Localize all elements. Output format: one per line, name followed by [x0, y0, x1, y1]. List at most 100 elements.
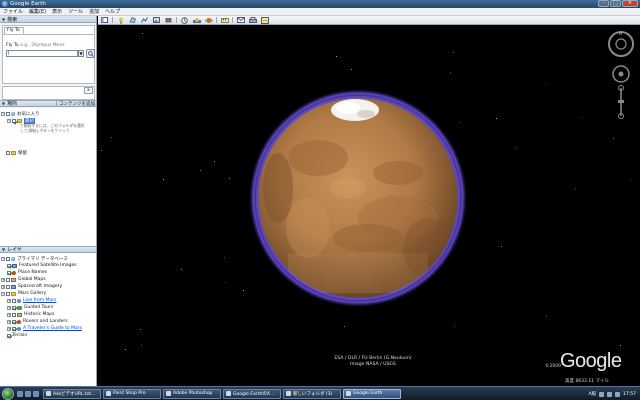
layer-checkbox[interactable]: [7, 263, 11, 268]
places-checkbox[interactable]: [12, 119, 16, 123]
fly-to-input[interactable]: |: [6, 50, 78, 57]
sunlight-button[interactable]: [192, 17, 201, 24]
tab-fly-to[interactable]: Fly To: [4, 27, 24, 34]
mars-globe[interactable]: [248, 88, 468, 308]
layer-item[interactable]: + Spacecraft Imagery: [1, 284, 62, 289]
places-checkbox[interactable]: [6, 151, 10, 155]
menu-tools[interactable]: ツール: [68, 8, 83, 15]
add-content-button[interactable]: コンテンツを追加: [56, 101, 95, 107]
layer-item[interactable]: − プライマリ データベース: [1, 256, 68, 262]
menu-help[interactable]: ヘルプ: [105, 8, 120, 15]
browser-icon[interactable]: [33, 390, 39, 397]
menu-edit[interactable]: 編集(E): [29, 8, 46, 15]
expand-toggle[interactable]: −: [1, 257, 5, 261]
add-image-overlay-button[interactable]: [152, 17, 161, 24]
places-item-temp[interactable]: 保留: [1, 150, 27, 156]
minimize-button[interactable]: –: [598, 0, 609, 7]
tray-app-icon[interactable]: [615, 391, 621, 397]
expand-toggle[interactable]: −: [1, 291, 5, 296]
toolbar-separator: [112, 17, 113, 23]
search-go-button[interactable]: [86, 49, 95, 58]
taskbar-item[interactable]: Adobe Photoshop: [163, 388, 221, 399]
compass-ring-icon[interactable]: N: [608, 31, 634, 57]
taskbar-item[interactable]: Google EarthのX...: [223, 388, 281, 399]
expand-toggle[interactable]: +: [7, 319, 11, 324]
print-button[interactable]: [248, 16, 257, 24]
expand-toggle[interactable]: +: [7, 326, 11, 331]
layer-checkbox[interactable]: [12, 305, 16, 310]
search-section-header[interactable]: ▼ 検索: [0, 16, 96, 23]
layer-item[interactable]: − Mars Gallery: [1, 291, 46, 296]
zoom-slider[interactable]: [618, 85, 624, 119]
layer-link[interactable]: A Traveler's Guide to Mars: [23, 326, 82, 331]
places-item-favorites[interactable]: − お気に入り: [1, 111, 40, 117]
taskbar-item[interactable]: Paint Shop Pro: [103, 388, 161, 399]
places-checkbox[interactable]: [6, 112, 10, 116]
layer-item[interactable]: + Historic Maps: [7, 312, 54, 317]
add-placemark-button[interactable]: [116, 17, 125, 24]
layer-item[interactable]: + Guided Tours: [7, 305, 53, 310]
expand-toggle[interactable]: +: [7, 305, 11, 310]
3d-viewport[interactable]: N ESA / DLR / FU Berlin (G.Neukum) Image…: [98, 26, 640, 386]
layer-item[interactable]: Terrain: [7, 333, 27, 338]
search-results-list[interactable]: [2, 86, 95, 100]
clear-search-button[interactable]: x: [84, 87, 93, 94]
expand-toggle[interactable]: −: [7, 119, 11, 123]
network-icon[interactable]: [599, 391, 605, 397]
expand-toggle[interactable]: +: [1, 277, 5, 282]
taskbar-item[interactable]: AskビデオURL.txt...: [43, 388, 101, 399]
volume-icon[interactable]: [607, 391, 613, 397]
fly-to-dropdown-button[interactable]: ▼: [78, 50, 84, 57]
hide-sidebar-button[interactable]: [100, 17, 109, 24]
ruler-button[interactable]: [220, 17, 229, 24]
menu-add[interactable]: 追加: [89, 8, 99, 15]
layer-item[interactable]: + Rovers and Landers: [7, 319, 68, 324]
ime-indicator[interactable]: A般: [588, 391, 596, 397]
expand-toggle[interactable]: −: [1, 112, 5, 116]
google-earth-app-icon: [2, 1, 8, 7]
taskbar-item-active[interactable]: Google Earth: [343, 388, 401, 399]
add-path-button[interactable]: [140, 17, 149, 24]
start-button[interactable]: [2, 387, 14, 400]
layer-checkbox[interactable]: [6, 284, 10, 289]
switch-planet-button[interactable]: [204, 17, 213, 24]
layer-checkbox[interactable]: [7, 270, 11, 275]
taskbar-item[interactable]: 新しいフォルダ (3): [283, 388, 341, 399]
toolbar: [98, 16, 640, 25]
navigation-controls[interactable]: N: [607, 30, 635, 120]
layers-section-header[interactable]: ▼ レイヤ: [0, 246, 96, 253]
record-tour-button[interactable]: [164, 17, 173, 24]
expand-toggle[interactable]: +: [7, 298, 11, 303]
layer-checkbox[interactable]: [12, 312, 16, 317]
places-section-label: 場所: [7, 101, 18, 107]
maximize-button[interactable]: □: [610, 0, 621, 7]
pan-control-icon[interactable]: [612, 65, 630, 83]
layer-checkbox[interactable]: [6, 291, 10, 296]
clock[interactable]: 17:57: [623, 392, 636, 397]
show-desktop-icon[interactable]: [17, 390, 23, 397]
layer-item[interactable]: + A Traveler's Guide to Mars: [7, 326, 82, 331]
menu-file[interactable]: ファイル: [3, 8, 23, 15]
historical-imagery-button[interactable]: [180, 16, 189, 24]
layer-item[interactable]: + Global Maps: [1, 277, 46, 282]
expand-toggle[interactable]: +: [1, 284, 5, 289]
layer-checkbox[interactable]: [7, 333, 11, 338]
layer-checkbox[interactable]: [12, 319, 16, 324]
layer-checkbox[interactable]: [12, 326, 16, 331]
menu-view[interactable]: 表示: [52, 8, 62, 15]
layer-link[interactable]: Live from Mars: [23, 298, 56, 303]
star: [613, 138, 614, 139]
close-button[interactable]: ×: [622, 0, 638, 7]
expand-toggle[interactable]: +: [7, 312, 11, 317]
view-in-maps-button[interactable]: [260, 16, 269, 24]
add-polygon-button[interactable]: [128, 17, 137, 24]
places-section-header[interactable]: ▼ 場所 コンテンツを追加: [0, 100, 96, 107]
layer-item[interactable]: Featured Satellite Images: [7, 263, 77, 268]
email-button[interactable]: [236, 17, 245, 24]
layer-item[interactable]: Place Names: [7, 270, 47, 275]
layer-checkbox[interactable]: [12, 298, 16, 303]
layer-checkbox[interactable]: [6, 257, 10, 261]
layer-checkbox[interactable]: [6, 277, 10, 282]
switch-windows-icon[interactable]: [25, 390, 31, 397]
layer-item[interactable]: + Live from Mars: [7, 298, 56, 303]
